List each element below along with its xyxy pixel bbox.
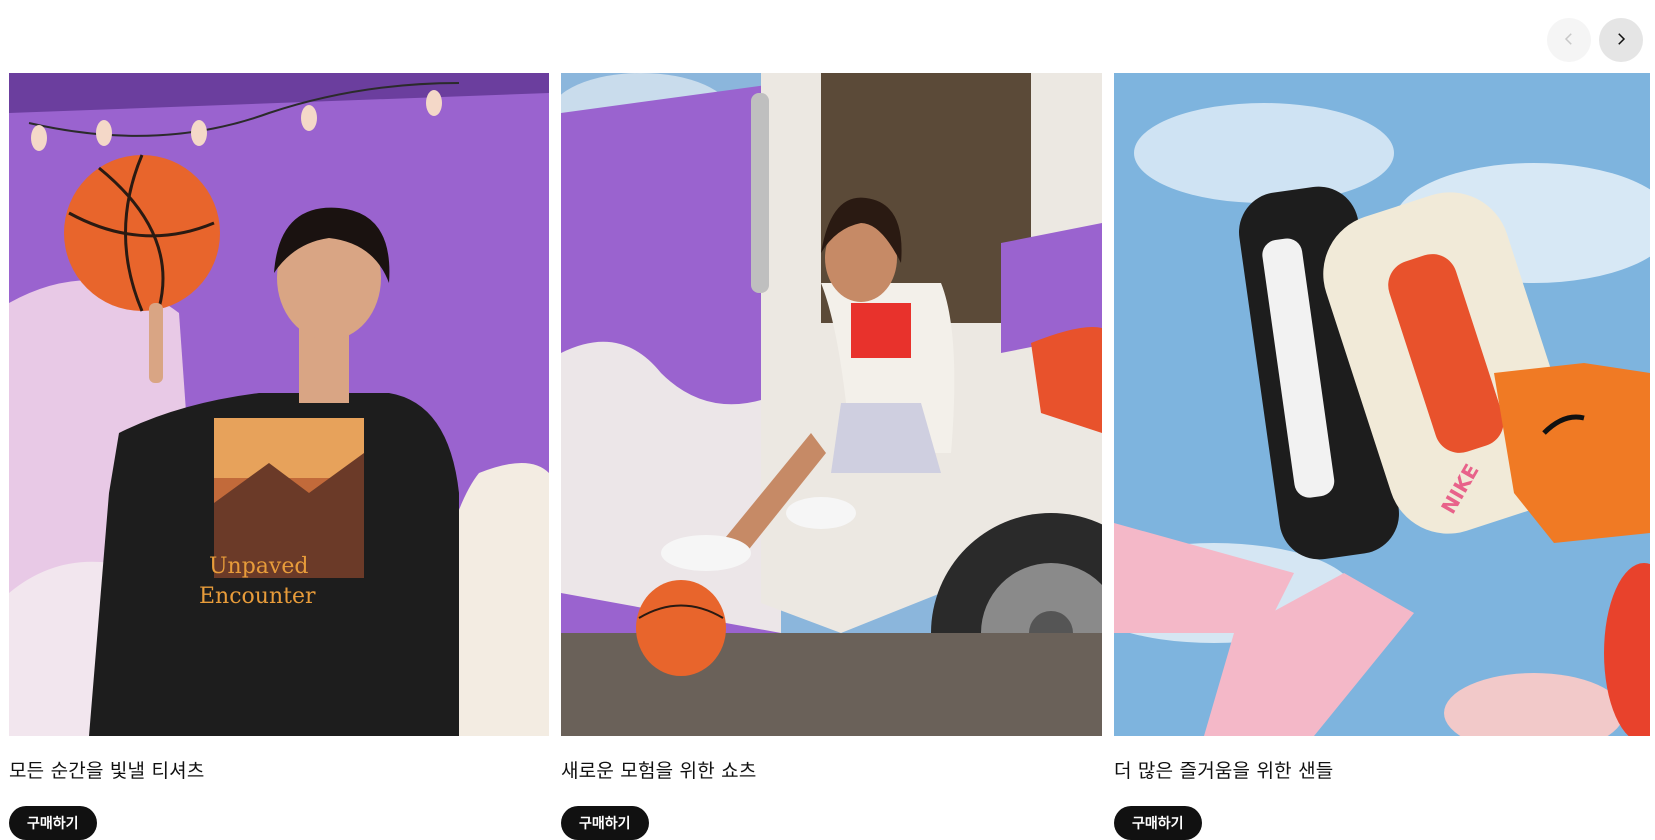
shop-button[interactable]: 구매하기 [561,806,649,840]
tshirt-graphic-text: Unpaved [209,554,308,579]
product-card[interactable]: 새로운 모험을 위한 쇼츠 구매하기 [561,73,1102,840]
card-title: 더 많은 즐거움을 위한 샌들 [1114,760,1334,782]
product-image[interactable]: Unpaved Encounter [9,73,549,736]
chevron-right-icon [1612,30,1630,51]
card-title: 새로운 모험을 위한 쇼츠 [561,760,757,782]
shop-button[interactable]: 구매하기 [1114,806,1202,840]
carousel-next-button[interactable] [1599,18,1643,62]
shop-button[interactable]: 구매하기 [9,806,97,840]
product-card[interactable]: NIKE 더 많은 즐거움을 위한 샌들 구매하기 [1114,73,1650,840]
carousel-prev-button[interactable] [1547,18,1591,62]
product-image[interactable] [561,73,1102,736]
tshirt-graphic-text: Encounter [199,584,316,609]
product-image[interactable]: NIKE [1114,73,1650,736]
chevron-left-icon [1560,30,1578,51]
card-title: 모든 순간을 빛낼 티셔츠 [9,760,205,782]
product-card[interactable]: Unpaved Encounter 모든 순간을 빛낼 티셔츠 구매하기 [9,73,549,840]
